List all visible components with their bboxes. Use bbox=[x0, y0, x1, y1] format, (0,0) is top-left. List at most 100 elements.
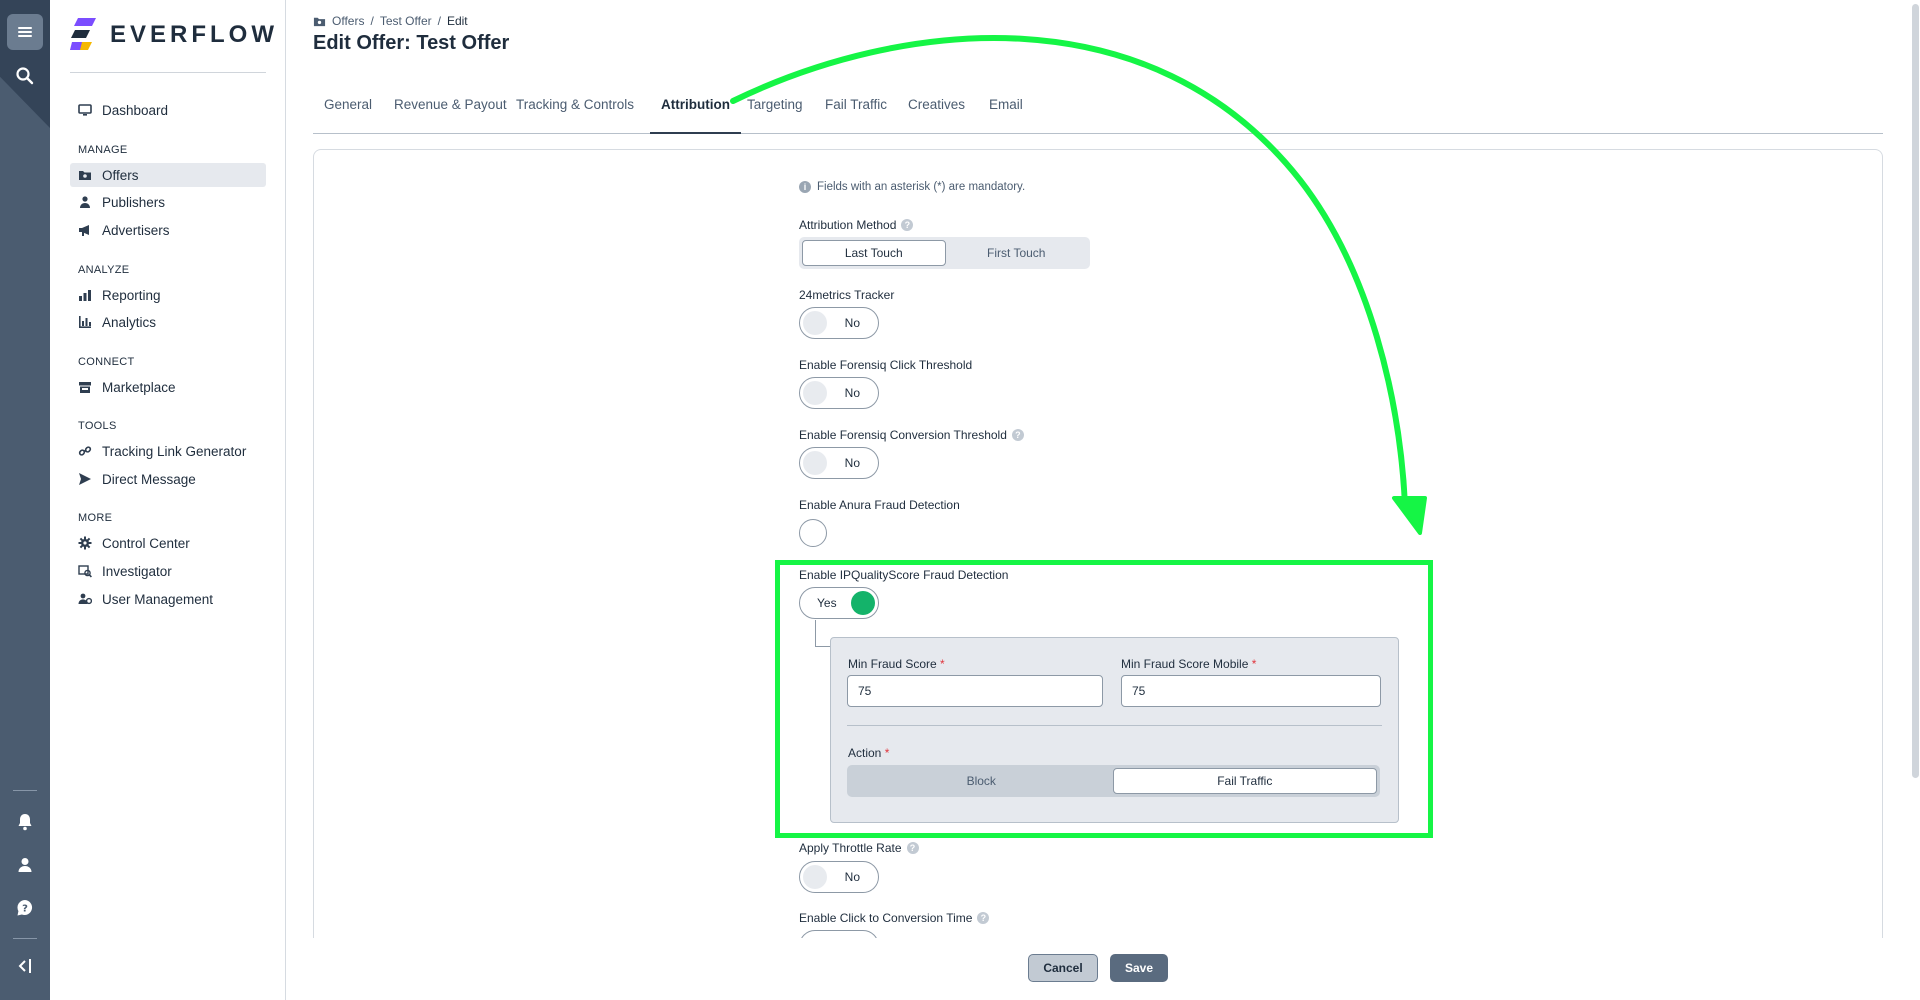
action-fail-traffic-option[interactable]: Fail Traffic bbox=[1112, 768, 1377, 794]
publisher-user-icon bbox=[80, 196, 90, 208]
help-icon[interactable]: ? bbox=[1011, 429, 1024, 441]
min-fraud-score-label: Min Fraud Score * bbox=[848, 657, 945, 671]
help-icon[interactable]: ? bbox=[7, 890, 43, 926]
metrics-tracker-toggle[interactable]: No bbox=[799, 307, 879, 339]
sidebar-item-dashboard[interactable]: Dashboard bbox=[70, 98, 266, 122]
save-button[interactable]: Save bbox=[1110, 954, 1168, 982]
nav-section-tools: TOOLS bbox=[78, 420, 117, 432]
toggle-knob bbox=[803, 311, 827, 335]
min-fraud-score-mobile-label-text: Min Fraud Score Mobile bbox=[1121, 657, 1249, 671]
megaphone-icon bbox=[79, 225, 89, 236]
reporting-chart-icon bbox=[79, 290, 91, 301]
toggle-knob bbox=[803, 381, 827, 405]
toggle-knob bbox=[851, 591, 875, 615]
monitor-icon bbox=[78, 104, 92, 116]
sidebar-item-investigator[interactable]: Investigator bbox=[70, 559, 266, 583]
mandatory-info: i Fields with an asterisk (*) are mandat… bbox=[799, 181, 1025, 193]
attribution-first-touch-option[interactable]: First Touch bbox=[946, 240, 1088, 266]
throttle-toggle[interactable]: No bbox=[799, 861, 879, 893]
offers-folder-icon bbox=[79, 171, 91, 180]
bell-icon[interactable] bbox=[7, 804, 43, 840]
hamburger-menu-icon[interactable] bbox=[7, 14, 43, 50]
toggle-state: No bbox=[844, 386, 860, 400]
sidebar-item-control-center[interactable]: Control Center bbox=[70, 531, 266, 555]
min-fraud-score-mobile-input[interactable]: 75 bbox=[1121, 675, 1381, 707]
search-icon[interactable] bbox=[7, 58, 43, 94]
sidebar-item-label: Dashboard bbox=[102, 102, 169, 118]
action-block-option[interactable]: Block bbox=[850, 768, 1113, 794]
ipqs-label: Enable IPQualityScore Fraud Detection bbox=[799, 568, 1009, 582]
forensiq-conversion-label: Enable Forensiq Conversion Threshold ? bbox=[799, 428, 1024, 442]
cancel-button[interactable]: Cancel bbox=[1028, 954, 1098, 982]
tab-attribution[interactable]: Attribution bbox=[650, 92, 741, 134]
attribution-method-label-text: Attribution Method bbox=[799, 218, 897, 232]
tab-general[interactable]: General bbox=[313, 92, 383, 134]
throttle-label: Apply Throttle Rate ? bbox=[799, 841, 919, 855]
attribution-method-label: Attribution Method ? bbox=[799, 218, 914, 232]
toggle-state: No bbox=[844, 316, 860, 330]
tab-email[interactable]: Email bbox=[978, 92, 1034, 134]
tab-targeting[interactable]: Targeting bbox=[736, 92, 814, 134]
tab-tracking-controls[interactable]: Tracking & Controls bbox=[505, 92, 645, 134]
min-fraud-score-input[interactable]: 75 bbox=[847, 675, 1103, 707]
nav-section-analyze: ANALYZE bbox=[78, 264, 130, 276]
sidebar-item-label: Marketplace bbox=[102, 379, 176, 395]
sidebar-item-analytics[interactable]: Analytics bbox=[70, 310, 266, 334]
help-icon[interactable]: ? bbox=[906, 842, 919, 854]
everflow-logo-icon bbox=[70, 18, 96, 52]
analytics-chart-icon bbox=[79, 316, 91, 328]
sidebar-item-publishers[interactable]: Publishers bbox=[70, 190, 266, 214]
click-to-conversion-label: Enable Click to Conversion Time ? bbox=[799, 911, 990, 925]
sidebar-item-label: Reporting bbox=[102, 287, 161, 303]
breadcrumb-test-offer-link[interactable]: Test Offer bbox=[380, 14, 432, 28]
icon-rail: ? bbox=[0, 0, 50, 1000]
toggle-state: Yes bbox=[817, 596, 837, 610]
rail-divider bbox=[13, 938, 37, 939]
collapse-sidebar-icon[interactable] bbox=[7, 948, 43, 984]
user-gear-icon bbox=[78, 593, 92, 605]
metrics-tracker-label: 24metrics Tracker bbox=[799, 288, 895, 302]
sidebar-item-label: User Management bbox=[102, 591, 214, 607]
sidebar-item-label: Advertisers bbox=[102, 222, 170, 238]
sidebar-item-label: Offers bbox=[102, 167, 139, 183]
required-marker: * bbox=[884, 746, 890, 760]
anura-label: Enable Anura Fraud Detection bbox=[799, 498, 960, 512]
nav-section-connect: CONNECT bbox=[78, 356, 135, 368]
info-icon: i bbox=[799, 181, 811, 193]
sidebar-item-tracking-link-generator[interactable]: Tracking Link Generator bbox=[70, 439, 266, 463]
forensiq-click-toggle[interactable]: No bbox=[799, 377, 879, 409]
sidebar-item-reporting[interactable]: Reporting bbox=[70, 283, 266, 307]
everflow-logo[interactable]: EVERFLOW bbox=[70, 18, 278, 52]
sidebar-item-advertisers[interactable]: Advertisers bbox=[70, 218, 266, 242]
sidebar-item-offers[interactable]: Offers bbox=[70, 163, 266, 187]
tab-creatives[interactable]: Creatives bbox=[897, 92, 976, 134]
breadcrumb-offers-link[interactable]: Offers bbox=[332, 14, 364, 28]
click-to-conversion-label-text: Enable Click to Conversion Time bbox=[799, 911, 973, 925]
throttle-label-text: Apply Throttle Rate bbox=[799, 841, 902, 855]
toggle-state: No bbox=[844, 870, 860, 884]
required-marker: * bbox=[1251, 657, 1257, 671]
forensiq-conversion-toggle[interactable]: No bbox=[799, 447, 879, 479]
anura-toggle[interactable] bbox=[799, 519, 827, 547]
sidebar-divider bbox=[70, 72, 266, 73]
sidebar-item-marketplace[interactable]: Marketplace bbox=[70, 375, 266, 399]
page-title: Edit Offer: Test Offer bbox=[313, 32, 510, 54]
sidebar-item-label: Direct Message bbox=[102, 471, 196, 487]
rail-divider bbox=[13, 790, 37, 791]
tab-fail-traffic[interactable]: Fail Traffic bbox=[814, 92, 898, 134]
tab-revenue-payout[interactable]: Revenue & Payout bbox=[383, 92, 518, 134]
forensiq-conversion-label-text: Enable Forensiq Conversion Threshold bbox=[799, 428, 1007, 442]
sidebar-item-direct-message[interactable]: Direct Message bbox=[70, 467, 266, 491]
sidebar-item-user-management[interactable]: User Management bbox=[70, 587, 266, 611]
help-icon[interactable]: ? bbox=[977, 912, 990, 924]
ipqs-toggle[interactable]: Yes bbox=[799, 587, 879, 619]
user-icon[interactable] bbox=[7, 847, 43, 883]
store-icon bbox=[79, 382, 91, 393]
help-icon[interactable]: ? bbox=[901, 219, 914, 231]
scrollbar[interactable] bbox=[1912, 4, 1919, 778]
subpanel-connector bbox=[815, 620, 816, 647]
footer-bar bbox=[287, 938, 1911, 1000]
forensiq-click-label: Enable Forensiq Click Threshold bbox=[799, 358, 973, 372]
attribution-last-touch-option[interactable]: Last Touch bbox=[802, 240, 946, 266]
attribution-method-selector: Last Touch First Touch bbox=[799, 237, 1090, 269]
